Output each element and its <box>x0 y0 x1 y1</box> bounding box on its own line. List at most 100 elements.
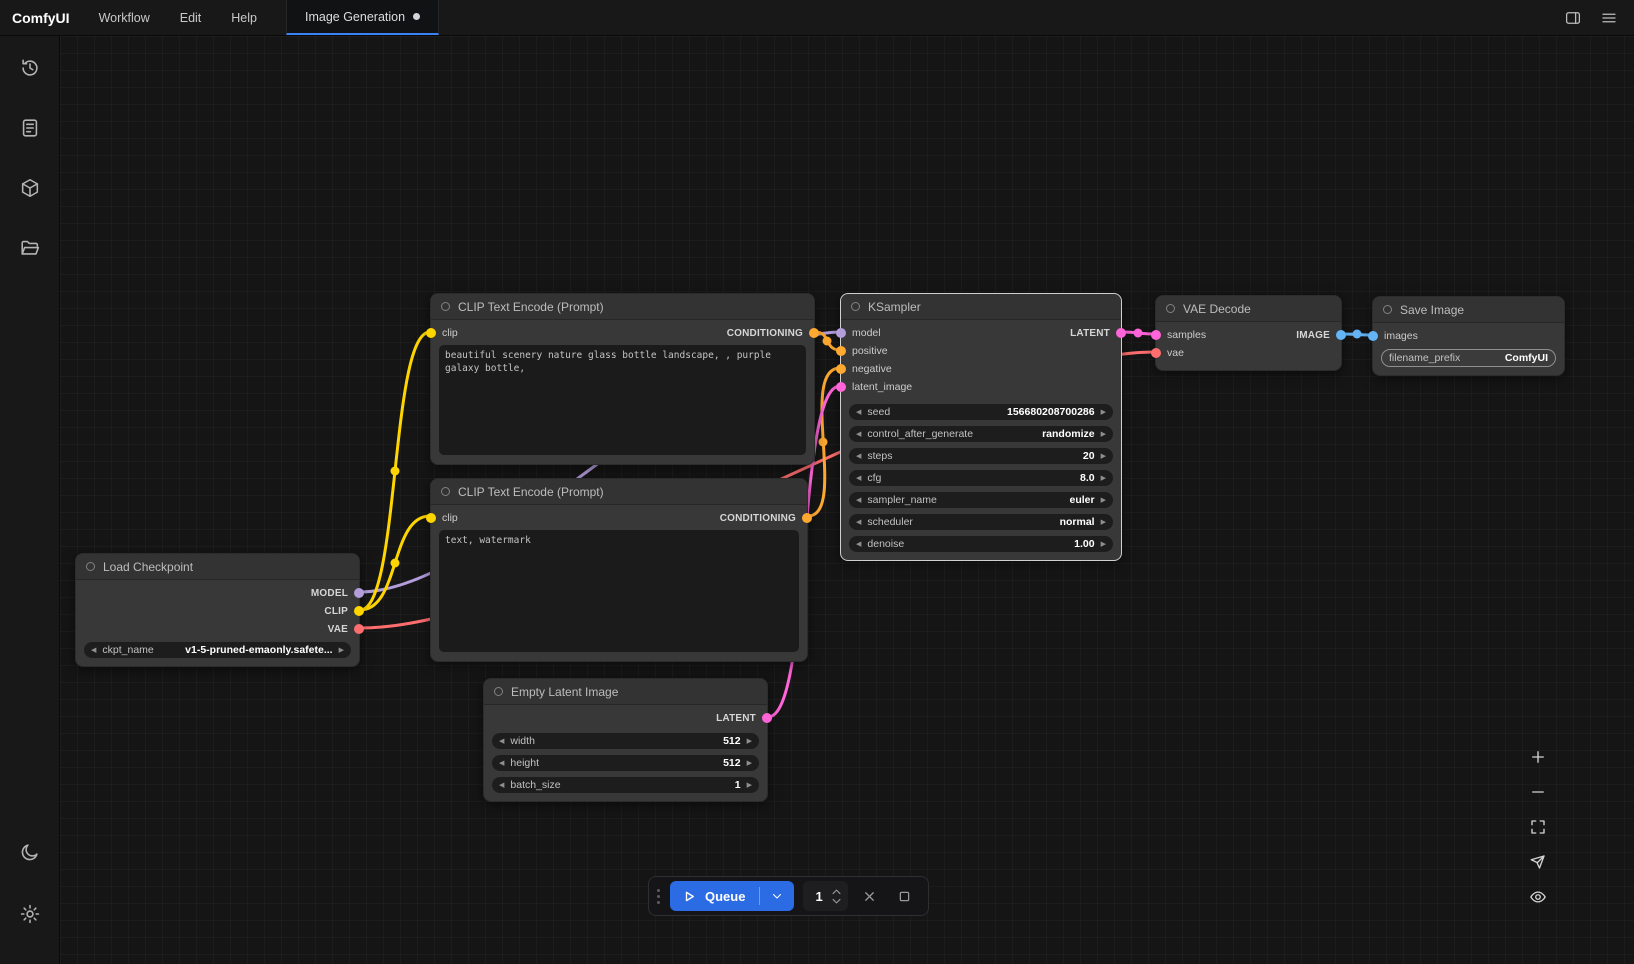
widget-next-arrow[interactable]: ▶ <box>1101 431 1106 438</box>
slot-dot-latent[interactable] <box>1151 330 1161 340</box>
slot-dot-latent[interactable] <box>1116 328 1126 338</box>
node-header[interactable]: Load Checkpoint <box>76 554 359 580</box>
input-slot-images[interactable]: images <box>1373 330 1418 342</box>
widget-decrement-arrow[interactable]: ◀ <box>856 409 861 416</box>
input-slot-samples[interactable]: samples <box>1156 329 1206 341</box>
widget-height[interactable]: ◀ height 512 ▶ <box>492 755 759 771</box>
widget-prev-arrow[interactable]: ◀ <box>91 647 96 654</box>
node-clip-text-encode-positive[interactable]: CLIP Text Encode (Prompt) clip CONDITION… <box>430 293 815 465</box>
slot-dot-clip[interactable] <box>426 513 436 523</box>
link-midpoint-dot[interactable] <box>819 438 828 447</box>
chevron-down-icon[interactable] <box>831 898 842 905</box>
widget-width[interactable]: ◀ width 512 ▶ <box>492 733 759 749</box>
slot-dot-model[interactable] <box>354 588 364 598</box>
input-slot-clip[interactable]: clip <box>431 512 458 524</box>
node-vae-decode[interactable]: VAE Decode samples IMAGE vae <box>1155 295 1342 371</box>
toggle-panel-button[interactable] <box>1558 3 1588 33</box>
slot-dot-conditioning[interactable] <box>809 328 819 338</box>
slot-dot-image[interactable] <box>1336 330 1346 340</box>
batch-count-stepper[interactable]: 1 <box>803 881 847 911</box>
clear-queue-button[interactable] <box>857 883 883 909</box>
slot-dot-conditioning[interactable] <box>802 513 812 523</box>
collapse-dot[interactable] <box>851 302 860 311</box>
node-canvas[interactable]: CLIP Text Encode (Prompt) clip CONDITION… <box>0 0 1634 964</box>
collapse-dot[interactable] <box>1166 304 1175 313</box>
widget-prev-arrow[interactable]: ◀ <box>856 519 861 526</box>
input-slot-vae[interactable]: vae <box>1156 347 1184 359</box>
queue-button[interactable]: Queue <box>670 881 794 911</box>
widget-next-arrow[interactable]: ▶ <box>339 647 344 654</box>
output-slot-image[interactable]: IMAGE <box>1296 330 1341 341</box>
output-slot-vae[interactable]: VAE <box>328 624 359 635</box>
node-header[interactable]: CLIP Text Encode (Prompt) <box>431 479 807 505</box>
widget-increment-arrow[interactable]: ▶ <box>1101 541 1106 548</box>
link-midpoint-dot[interactable] <box>823 337 832 346</box>
widget-sampler-name[interactable]: ◀ sampler_name euler ▶ <box>849 492 1113 508</box>
slot-dot-latent[interactable] <box>836 382 846 392</box>
menu-workflow[interactable]: Workflow <box>84 0 165 35</box>
prompt-textarea[interactable]: text, watermark <box>439 530 799 652</box>
node-header[interactable]: CLIP Text Encode (Prompt) <box>431 294 814 320</box>
slot-dot-clip[interactable] <box>354 606 364 616</box>
input-slot-latent-image[interactable]: latent_image <box>841 381 912 393</box>
input-slot-positive[interactable]: positive <box>841 345 888 357</box>
collapse-dot[interactable] <box>441 302 450 311</box>
pan-mode-button[interactable] <box>1522 847 1554 877</box>
widget-increment-arrow[interactable]: ▶ <box>747 738 752 745</box>
widget-prev-arrow[interactable]: ◀ <box>856 497 861 504</box>
queue-options-button[interactable] <box>760 889 794 903</box>
node-clip-text-encode-negative[interactable]: CLIP Text Encode (Prompt) clip CONDITION… <box>430 478 808 662</box>
widget-increment-arrow[interactable]: ▶ <box>747 782 752 789</box>
widget-batch-size[interactable]: ◀ batch_size 1 ▶ <box>492 777 759 793</box>
collapse-dot[interactable] <box>1383 305 1392 314</box>
input-slot-clip[interactable]: clip <box>431 327 458 339</box>
link-midpoint-dot[interactable] <box>391 467 400 476</box>
widget-cfg[interactable]: ◀ cfg 8.0 ▶ <box>849 470 1113 486</box>
workflows-folder-button[interactable] <box>10 228 50 268</box>
output-slot-conditioning[interactable]: CONDITIONING <box>720 513 807 524</box>
toggle-visibility-button[interactable] <box>1522 882 1554 912</box>
zoom-out-button[interactable] <box>1522 777 1554 807</box>
node-empty-latent-image[interactable]: Empty Latent Image LATENT ◀ width 512 ▶ … <box>483 678 768 802</box>
widget-scheduler[interactable]: ◀ scheduler normal ▶ <box>849 514 1113 530</box>
output-slot-model[interactable]: MODEL <box>311 588 359 599</box>
output-slot-clip[interactable]: CLIP <box>324 606 359 617</box>
menu-edit[interactable]: Edit <box>165 0 217 35</box>
widget-next-arrow[interactable]: ▶ <box>1101 497 1106 504</box>
theme-toggle-button[interactable] <box>10 832 50 872</box>
queue-log-button[interactable] <box>10 108 50 148</box>
widget-increment-arrow[interactable]: ▶ <box>1101 409 1106 416</box>
node-header[interactable]: VAE Decode <box>1156 296 1341 322</box>
node-header[interactable]: Save Image <box>1373 297 1564 323</box>
collapse-dot[interactable] <box>441 487 450 496</box>
main-menu-button[interactable] <box>1594 3 1624 33</box>
zoom-in-button[interactable] <box>1522 742 1554 772</box>
link-midpoint-dot[interactable] <box>1353 330 1362 339</box>
widget-increment-arrow[interactable]: ▶ <box>747 760 752 767</box>
widget-control-after-generate[interactable]: ◀ control_after_generate randomize ▶ <box>849 426 1113 442</box>
drag-handle[interactable] <box>656 889 661 904</box>
fit-view-button[interactable] <box>1522 812 1554 842</box>
node-save-image[interactable]: Save Image images filename_prefix ComfyU… <box>1372 296 1565 376</box>
collapse-dot[interactable] <box>86 562 95 571</box>
link-midpoint-dot[interactable] <box>1134 329 1143 338</box>
link-midpoint-dot[interactable] <box>391 559 400 568</box>
widget-decrement-arrow[interactable]: ◀ <box>499 782 504 789</box>
slot-dot-vae[interactable] <box>354 624 364 634</box>
widget-seed[interactable]: ◀ seed 156680208700286 ▶ <box>849 404 1113 420</box>
widget-decrement-arrow[interactable]: ◀ <box>856 475 861 482</box>
slot-dot-conditioning[interactable] <box>836 364 846 374</box>
menu-help[interactable]: Help <box>216 0 272 35</box>
settings-button[interactable] <box>10 894 50 934</box>
node-header[interactable]: Empty Latent Image <box>484 679 767 705</box>
slot-dot-model[interactable] <box>836 328 846 338</box>
widget-prev-arrow[interactable]: ◀ <box>856 431 861 438</box>
slot-dot-clip[interactable] <box>426 328 436 338</box>
slot-dot-vae[interactable] <box>1151 348 1161 358</box>
chevron-up-icon[interactable] <box>831 888 842 895</box>
node-load-checkpoint[interactable]: Load Checkpoint MODEL CLIP VAE <box>75 553 360 667</box>
widget-ckpt-name[interactable]: ◀ ckpt_name v1-5-pruned-emaonly.safete..… <box>84 642 351 658</box>
collapse-dot[interactable] <box>494 687 503 696</box>
widget-decrement-arrow[interactable]: ◀ <box>499 760 504 767</box>
widget-decrement-arrow[interactable]: ◀ <box>499 738 504 745</box>
